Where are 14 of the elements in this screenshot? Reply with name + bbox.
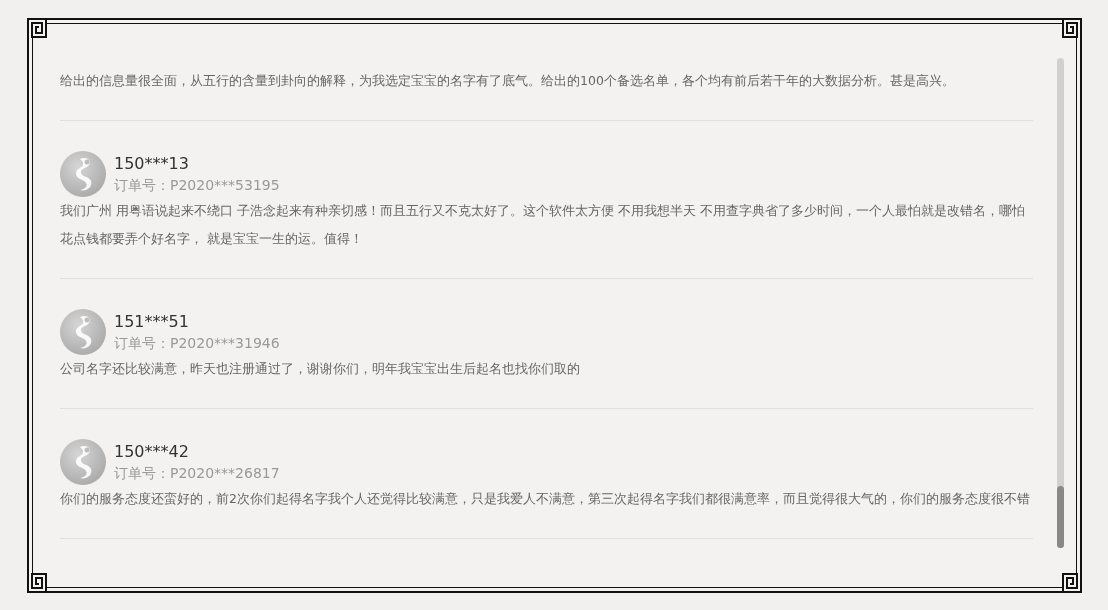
username: 151***51 <box>114 311 190 333</box>
username: 150***42 <box>114 441 190 463</box>
avatar-icon <box>60 309 106 355</box>
avatar-icon <box>60 151 106 197</box>
username: 150***13 <box>114 153 190 175</box>
scrollbar[interactable] <box>1057 58 1064 548</box>
order-number: 订单号：P2020***26817 <box>114 464 280 483</box>
review-text: 你们的服务态度还蛮好的，前2次你们起得名字我个人还觉得比较满意，只是我爱人不满意，第三次起得名字我们都很满意率，而且觉得很大气的，你们的服务态度很不错 <box>60 490 1031 508</box>
order-number: 订单号：P2020***31946 <box>114 334 280 353</box>
review-text: 公司名字还比较满意，昨天也注册通过了，谢谢你们，明年我宝宝出生后起名也找你们取的 <box>60 360 581 378</box>
review-text: 给出的信息量很全面，从五行的含量到卦向的解释，为我选定宝宝的名字有了底气。给出的100个备选名单，各个均有前后若干年的大数据分析。甚是高兴。 <box>60 72 956 90</box>
order-number: 订单号：P2020***53195 <box>114 176 280 195</box>
avatar-icon <box>60 439 106 485</box>
review-text: 我们广州 用粤语说起来不绕口 子浩念起来有种亲切感！而且五行又不克太好了。这个软件太方便 不用我想半天 不用查字典省了多少时间，一个人最怕就是改错名，哪怕花点钱都要弄个好名字， 就是宝宝一生的运。值得！ <box>60 202 1026 248</box>
